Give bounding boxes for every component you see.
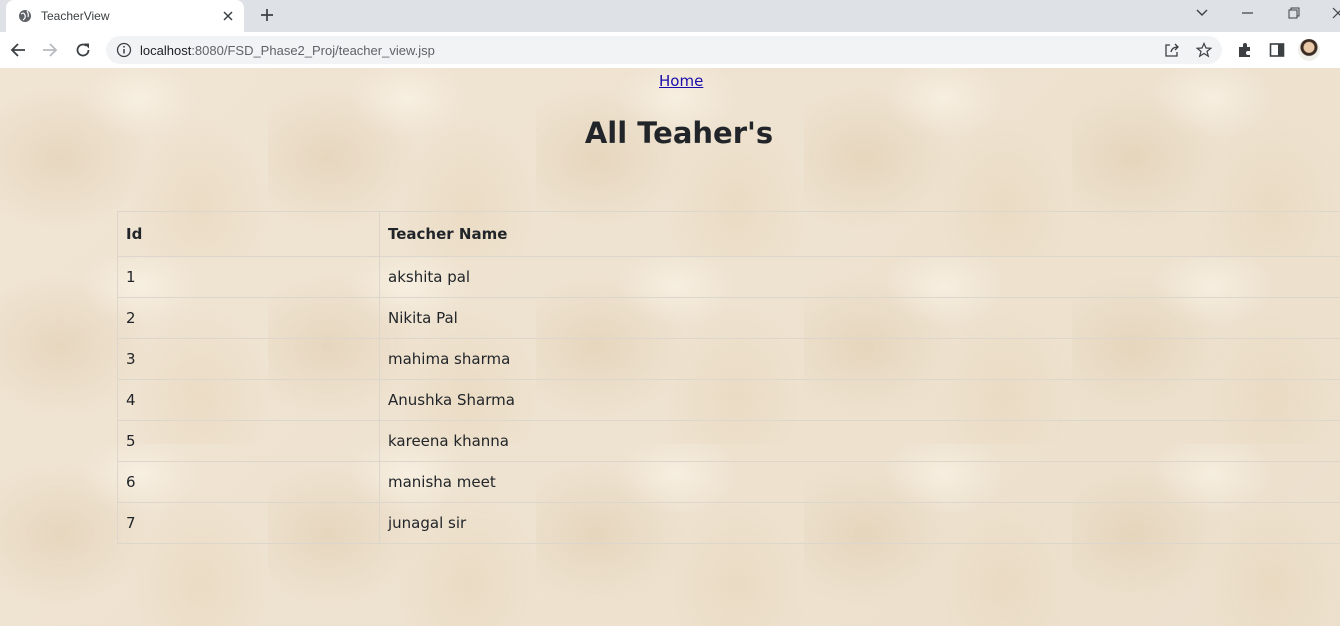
teacher-name-cell: Anushka Sharma bbox=[379, 379, 1340, 421]
table-row: 3 mahima sharma bbox=[117, 338, 1340, 380]
table-row: 1 akshita pal bbox=[117, 256, 1340, 298]
side-panel-icon[interactable] bbox=[1268, 41, 1286, 59]
table-row: 6 manisha meet bbox=[117, 461, 1340, 503]
tab-search-icon[interactable] bbox=[1191, 4, 1213, 22]
reload-icon[interactable] bbox=[73, 40, 93, 60]
site-info-icon[interactable] bbox=[116, 42, 132, 58]
close-window-icon[interactable] bbox=[1327, 4, 1340, 22]
new-tab-icon[interactable] bbox=[258, 6, 276, 24]
column-header-teacher-name: Teacher Name bbox=[379, 211, 1340, 257]
tab-strip: TeacherView bbox=[0, 0, 1340, 32]
table-row: 4 Anushka Sharma bbox=[117, 379, 1340, 421]
share-icon[interactable] bbox=[1164, 42, 1180, 58]
column-header-id: Id bbox=[117, 211, 380, 257]
teacher-name-cell: mahima sharma bbox=[379, 338, 1340, 380]
minimize-icon[interactable] bbox=[1237, 4, 1259, 22]
teacher-id-cell: 2 bbox=[117, 297, 380, 339]
tab-title: TeacherView bbox=[41, 9, 110, 23]
teacher-name-cell: kareena khanna bbox=[379, 420, 1340, 462]
teacher-id-cell: 1 bbox=[117, 256, 380, 298]
close-tab-icon[interactable] bbox=[220, 8, 236, 24]
home-link[interactable]: Home bbox=[659, 72, 703, 90]
table-header-row: Id Teacher Name bbox=[117, 211, 1340, 257]
restore-icon[interactable] bbox=[1283, 4, 1305, 22]
extensions-puzzle-icon[interactable] bbox=[1236, 41, 1254, 59]
browser-tab[interactable]: TeacherView bbox=[6, 0, 244, 32]
url-text: localhost:8080/FSD_Phase2_Proj/teacher_v… bbox=[140, 42, 435, 58]
browser-toolbar: localhost:8080/FSD_Phase2_Proj/teacher_v… bbox=[0, 32, 1340, 68]
teacher-id-cell: 3 bbox=[117, 338, 380, 380]
teacher-id-cell: 7 bbox=[117, 502, 380, 544]
table-row: 5 kareena khanna bbox=[117, 420, 1340, 462]
table-row: 7 junagal sir bbox=[117, 502, 1340, 544]
forward-arrow-icon[interactable] bbox=[40, 40, 60, 60]
back-arrow-icon[interactable] bbox=[8, 40, 28, 60]
teachers-table: Id Teacher Name 1 akshita pal 2 Nikita P… bbox=[117, 211, 1340, 544]
teacher-name-cell: akshita pal bbox=[379, 256, 1340, 298]
teacher-name-cell: junagal sir bbox=[379, 502, 1340, 544]
teacher-id-cell: 5 bbox=[117, 420, 380, 462]
page-viewport: Home All Teaher's Id Teacher Name 1 aksh… bbox=[0, 68, 1340, 626]
page-title: All Teaher's bbox=[584, 116, 774, 150]
profile-avatar[interactable] bbox=[1298, 39, 1320, 61]
bookmark-star-icon[interactable] bbox=[1196, 42, 1212, 58]
table-row: 2 Nikita Pal bbox=[117, 297, 1340, 339]
teacher-name-cell: manisha meet bbox=[379, 461, 1340, 503]
teacher-id-cell: 4 bbox=[117, 379, 380, 421]
teacher-name-cell: Nikita Pal bbox=[379, 297, 1340, 339]
teacher-id-cell: 6 bbox=[117, 461, 380, 503]
globe-icon bbox=[18, 9, 32, 23]
address-bar[interactable]: localhost:8080/FSD_Phase2_Proj/teacher_v… bbox=[106, 36, 1222, 64]
